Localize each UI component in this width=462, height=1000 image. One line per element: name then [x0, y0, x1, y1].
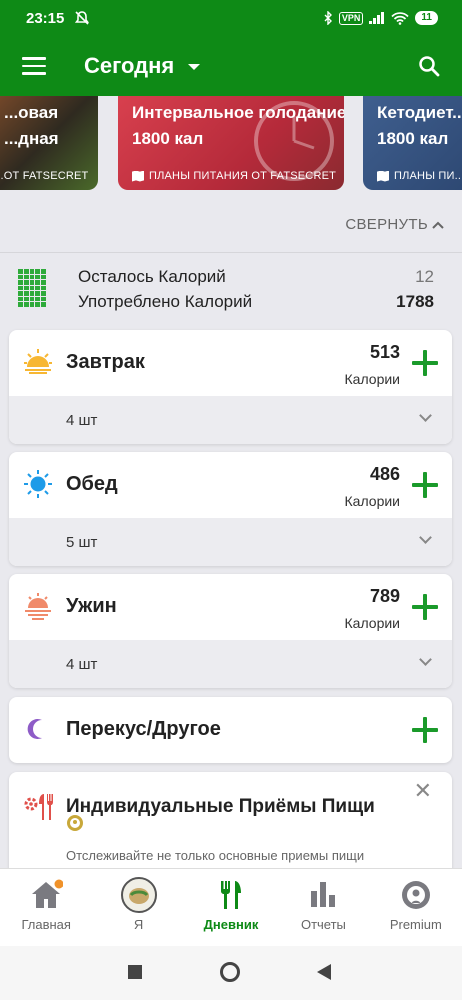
- wifi-icon: [391, 11, 410, 25]
- map-icon: [132, 170, 144, 182]
- meal-items-toggle[interactable]: 5 шт: [9, 518, 452, 566]
- meal-items-toggle[interactable]: 4 шт: [9, 640, 452, 688]
- bar-chart-icon: [311, 882, 336, 907]
- map-icon: [377, 170, 389, 182]
- divider: [0, 252, 462, 253]
- plan-card-1[interactable]: ...овая ...дная ...ОТ FATSECRET: [0, 96, 98, 190]
- system-navigation-bar: [0, 946, 462, 1000]
- meal-item-count: 4 шт: [66, 656, 98, 673]
- plan-kcal: 1800 кал: [132, 129, 204, 148]
- meal-card-dinner[interactable]: Ужин 789 Калории 4 шт: [9, 574, 452, 688]
- sunset-icon: [25, 593, 51, 620]
- search-icon[interactable]: [418, 55, 440, 77]
- cutlery-gear-icon: [24, 794, 53, 820]
- nav-diary[interactable]: Дневник: [185, 869, 277, 946]
- plan-footer: ПЛАНЫ ПИТАНИЯ ОТ FATSECRET: [149, 170, 337, 182]
- meal-name: Завтрак: [66, 351, 145, 373]
- nav-me[interactable]: Я: [92, 869, 184, 946]
- moon-icon: [27, 719, 42, 739]
- date-title[interactable]: Сегодня: [84, 53, 174, 79]
- meal-kcal: 513: [369, 342, 400, 362]
- add-lunch-button[interactable]: [412, 472, 438, 498]
- bottom-navigation: Главная Я Дневник Отчеты Premium: [0, 868, 462, 946]
- collapse-button[interactable]: СВЕРНУТЬ: [345, 216, 444, 233]
- recents-button[interactable]: [128, 965, 142, 979]
- meal-card-lunch[interactable]: Обед 486 Калории 5 шт: [9, 452, 452, 566]
- premium-icon: [401, 881, 430, 909]
- meal-name: Обед: [66, 473, 118, 495]
- sunrise-icon: [24, 349, 52, 374]
- avatar: [120, 877, 157, 913]
- promo-title: Индивидуальные Приёмы Пищи: [66, 796, 375, 817]
- meal-items-toggle[interactable]: 4 шт: [9, 396, 452, 444]
- nav-label: Я: [133, 917, 144, 932]
- battery-indicator: 11: [415, 11, 438, 25]
- status-time: 23:15: [26, 9, 65, 27]
- add-dinner-button[interactable]: [412, 594, 438, 620]
- chevron-up-icon: [432, 221, 444, 229]
- chevron-down-icon: [419, 653, 432, 666]
- home-button[interactable]: [220, 962, 240, 982]
- cutlery-icon: [221, 881, 242, 909]
- nav-label: Premium: [389, 917, 442, 932]
- meal-plans-carousel[interactable]: ...овая ...дная ...ОТ FATSECRET Интерваль…: [0, 96, 462, 196]
- nav-reports[interactable]: Отчеты: [277, 869, 369, 946]
- meal-card-breakfast[interactable]: Завтрак 513 Калории 4 шт: [9, 330, 452, 444]
- meal-kcal-label: Калории: [344, 371, 400, 387]
- plan-card-intermittent-fasting[interactable]: Интервальное голодание 1800 кал ПЛАНЫ ПИТ…: [118, 96, 344, 190]
- plan-title: Интервальное голодание: [132, 103, 344, 122]
- meal-kcal: 486: [369, 464, 400, 484]
- consumed-value: 1788: [396, 292, 434, 311]
- chevron-down-icon: [419, 409, 432, 422]
- signal-icon: [369, 12, 385, 24]
- meal-kcal-label: Калории: [344, 493, 400, 509]
- chevron-down-icon: [419, 531, 432, 544]
- menu-icon[interactable]: [22, 57, 46, 75]
- nav-label: Главная: [21, 917, 71, 932]
- remaining-label: Осталось Калорий: [78, 267, 226, 286]
- calorie-grid-icon: [18, 269, 46, 307]
- sun-icon: [24, 470, 52, 498]
- nav-premium[interactable]: Premium: [370, 869, 462, 946]
- meal-name: Ужин: [66, 595, 117, 617]
- custom-meals-promo[interactable]: Индивидуальные Приёмы Пищи ✕ Отслеживайт…: [9, 772, 452, 882]
- nav-label: Дневник: [203, 917, 259, 932]
- consumed-label: Употреблено Калорий: [78, 292, 253, 311]
- home-icon: [32, 879, 64, 908]
- premium-badge-icon: [67, 815, 83, 831]
- meal-item-count: 5 шт: [66, 534, 98, 551]
- nav-label: Отчеты: [300, 917, 346, 932]
- back-button[interactable]: [317, 964, 331, 980]
- add-breakfast-button[interactable]: [412, 350, 438, 376]
- vpn-badge: VPN: [338, 11, 364, 25]
- meal-kcal: 789: [369, 586, 400, 606]
- meal-card-snack[interactable]: Перекус/Другое: [9, 697, 452, 763]
- meal-kcal-label: Калории: [344, 615, 400, 631]
- add-snack-button[interactable]: [412, 717, 438, 743]
- status-bar: 23:15 VPN 11: [0, 0, 462, 36]
- promo-subtitle: Отслеживайте не только основные приемы п…: [66, 848, 365, 863]
- calorie-summary: Осталось Калорий 12 Употреблено Калорий …: [0, 266, 462, 316]
- bluetooth-icon: [324, 11, 332, 25]
- date-dropdown-icon[interactable]: [188, 64, 201, 70]
- app-bar: Сегодня: [0, 36, 462, 96]
- close-icon[interactable]: ✕: [414, 778, 432, 804]
- meal-item-count: 4 шт: [66, 412, 98, 429]
- meal-name: Перекус/Другое: [66, 718, 221, 740]
- nav-home[interactable]: Главная: [0, 869, 92, 946]
- remaining-value: 12: [415, 267, 434, 286]
- plan-card-keto[interactable]: Кетодиет... 1800 кал ПЛАНЫ ПИ...: [363, 96, 462, 190]
- mute-bell-icon: [75, 11, 90, 25]
